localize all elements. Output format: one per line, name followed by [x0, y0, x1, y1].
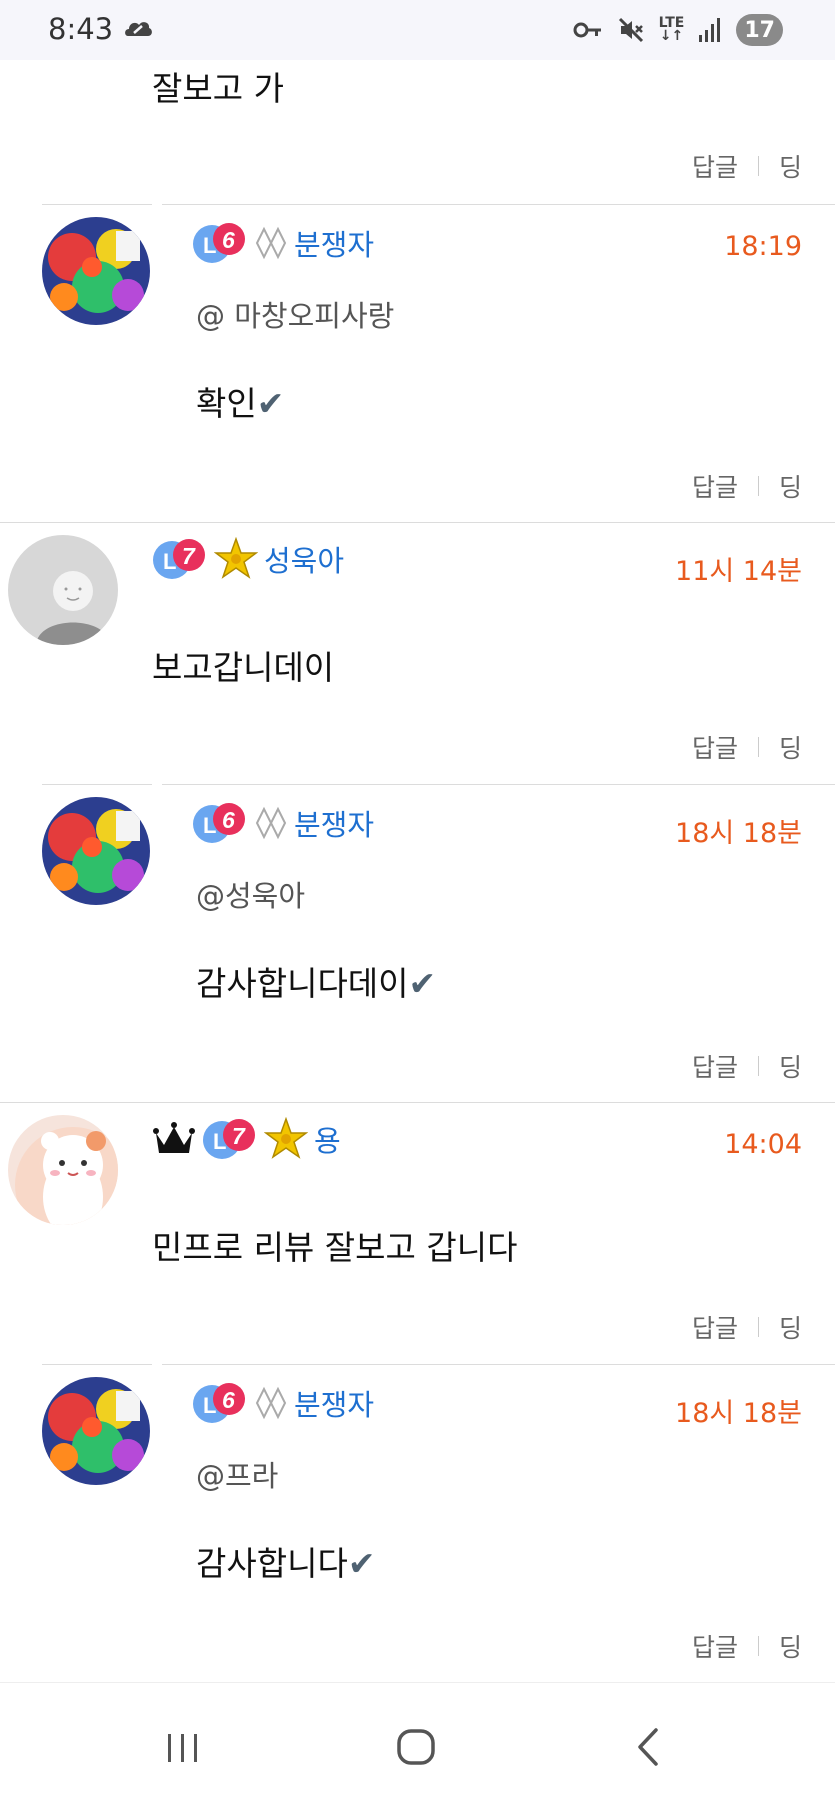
avatar[interactable] [42, 1377, 150, 1485]
check-icon: ✔ [347, 1544, 376, 1583]
svg-text:6: 6 [222, 807, 235, 833]
crown-icon [153, 1122, 195, 1153]
diamond-rank-icon [255, 806, 287, 840]
ding-button[interactable]: 딩 [779, 729, 802, 765]
recent-apps-icon[interactable] [153, 1717, 213, 1777]
svg-text:6: 6 [222, 1387, 235, 1413]
divider [757, 1056, 759, 1076]
comment-body: 감사합니다데이✔ [196, 964, 437, 1003]
svg-text:7: 7 [232, 1123, 246, 1149]
divider [757, 476, 759, 496]
avatar[interactable] [8, 535, 118, 645]
mention[interactable]: @ 마창오피사랑 [196, 293, 394, 335]
comment-time: 18시 18분 [675, 1398, 802, 1429]
divider [757, 156, 759, 176]
reply-button[interactable]: 답글 [692, 1048, 738, 1084]
level-badge: L 7 [152, 536, 208, 582]
comment-body: 보고갑니데이 [152, 648, 335, 687]
comment-actions: 답글 딩 [692, 1628, 802, 1664]
comment-time: 14:04 [724, 1129, 802, 1160]
check-icon: ✔ [408, 964, 437, 1003]
avatar[interactable] [8, 1115, 118, 1225]
reply-item: L 6 분쟁자 18시 18분 @프라 감사합니다✔ 답글 딩 [0, 1365, 835, 1681]
comment-time: 18:19 [724, 231, 802, 262]
level-badge: L 6 [192, 800, 248, 846]
ding-button[interactable]: 딩 [779, 1048, 802, 1084]
reply-button[interactable]: 답글 [692, 1628, 738, 1664]
comment-body: 감사합니다✔ [196, 1544, 376, 1583]
diamond-rank-icon [255, 1386, 287, 1420]
back-icon[interactable] [620, 1717, 680, 1777]
nickname[interactable]: 분쟁자 [294, 802, 374, 844]
battery-indicator: 17 [736, 14, 783, 46]
comment-body: 민프로 리뷰 잘보고 갑니다 [152, 1228, 518, 1267]
home-icon[interactable] [386, 1717, 446, 1777]
level-badge: L 6 [192, 1380, 248, 1426]
avatar[interactable] [42, 217, 150, 325]
status-time: 8:43 [48, 12, 114, 46]
reply-button[interactable]: 답글 [692, 1309, 738, 1345]
comment-actions: 답글 딩 [692, 468, 802, 504]
level-badge: L 6 [192, 220, 248, 266]
comment-time: 11시 14분 [675, 556, 802, 587]
mention[interactable]: @프라 [196, 1453, 278, 1495]
cloud-sync-icon [125, 22, 152, 36]
svg-text:7: 7 [182, 543, 196, 569]
mute-icon [618, 17, 643, 43]
reply-item: L 6 분쟁자 18:19 @ 마창오피사랑 확인✔ 답글 딩 [0, 205, 835, 521]
ding-button[interactable]: 딩 [779, 1309, 802, 1345]
comment-actions: 답글 딩 [692, 1048, 802, 1084]
diamond-rank-icon [255, 226, 287, 260]
nickname[interactable]: 성욱아 [264, 538, 344, 580]
signal-icon [699, 18, 721, 42]
avatar[interactable] [42, 797, 150, 905]
comment-item: L 7 용 14:04 민프로 리뷰 잘보고 갑니다 답글 딩 [0, 1103, 835, 1363]
ding-button[interactable]: 딩 [779, 148, 802, 184]
reply-item: L 6 분쟁자 18시 18분 @성욱아 감사합니다데이✔ 답글 딩 [0, 785, 835, 1101]
reply-button[interactable]: 답글 [692, 148, 738, 184]
comment-body: 확인✔ [196, 384, 285, 423]
gold-star-rank-icon [264, 1117, 308, 1159]
network-type-label: LTE ↓↑ [658, 15, 685, 44]
status-bar: 8:43 LTE ↓↑ 17 [0, 0, 835, 60]
divider [757, 737, 759, 757]
reply-button[interactable]: 답글 [692, 468, 738, 504]
comment-time: 18시 18분 [675, 818, 802, 849]
ding-button[interactable]: 딩 [779, 1628, 802, 1664]
comment-body: 잘보고 가 [152, 69, 284, 108]
comment-actions: 답글 딩 [692, 148, 802, 184]
vpn-key-icon [573, 22, 601, 38]
divider [757, 1317, 759, 1337]
nickname[interactable]: 용 [314, 1118, 341, 1160]
divider [757, 1636, 759, 1656]
level-badge: L 7 [202, 1116, 258, 1162]
nickname[interactable]: 분쟁자 [294, 1382, 374, 1424]
mention[interactable]: @성욱아 [196, 873, 305, 915]
nickname[interactable]: 분쟁자 [294, 222, 374, 264]
reply-button[interactable]: 답글 [692, 729, 738, 765]
gold-star-rank-icon [214, 537, 258, 579]
ding-button[interactable]: 딩 [779, 468, 802, 504]
comment-actions: 답글 딩 [692, 729, 802, 765]
comment-item: L 7 성욱아 11시 14분 보고갑니데이 답글 딩 [0, 523, 835, 783]
system-nav-bar [0, 1682, 835, 1810]
svg-text:6: 6 [222, 227, 235, 253]
comment-actions: 답글 딩 [692, 1309, 802, 1345]
check-icon: ✔ [256, 384, 285, 423]
